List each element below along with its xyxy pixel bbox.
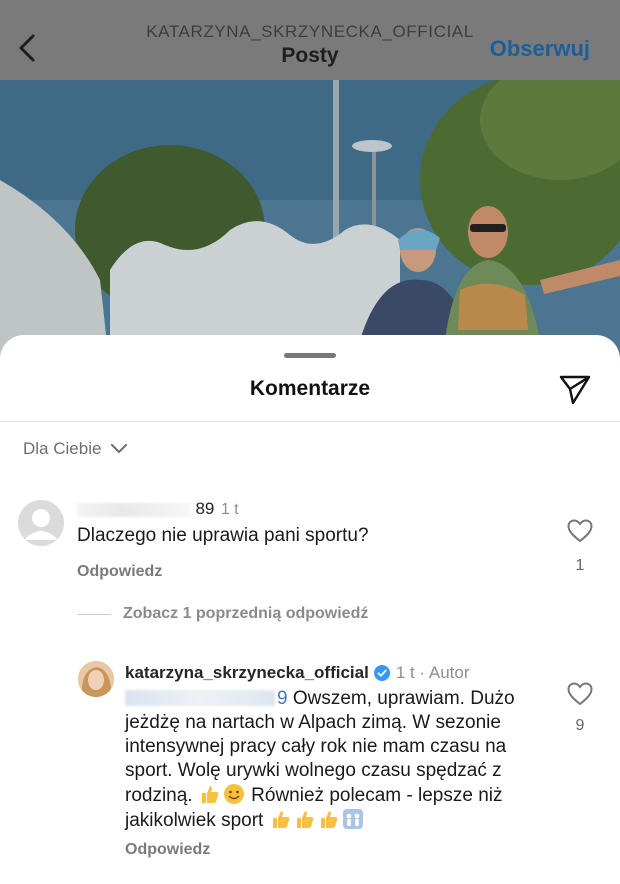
- like-button[interactable]: [567, 682, 593, 706]
- reply-button[interactable]: Odpowiedz: [125, 841, 210, 859]
- post-header: KATARZYNA_SKRZYNECKA_OFFICIAL Posty Obse…: [0, 0, 620, 80]
- verified-badge-icon: [373, 665, 390, 681]
- username-redacted[interactable]: [77, 502, 191, 517]
- avatar[interactable]: [18, 500, 64, 546]
- share-button[interactable]: [558, 372, 592, 406]
- sort-dropdown[interactable]: Dla Ciebie: [23, 439, 128, 459]
- reply-button[interactable]: Odpowiedz: [77, 563, 162, 581]
- author-avatar-image: [78, 661, 114, 697]
- username-suffix: 89: [195, 499, 215, 518]
- heart-icon: [567, 519, 593, 543]
- heart-icon: [567, 682, 593, 706]
- follow-button[interactable]: Obserwuj: [490, 36, 590, 62]
- thumbs-up-icon: [318, 808, 340, 830]
- post-photo: [0, 80, 620, 370]
- comment-meta: katarzyna_skrzynecka_official 1 t · Auto…: [125, 663, 470, 683]
- sort-label: Dla Ciebie: [23, 439, 102, 458]
- comment-time: 1 t: [220, 501, 239, 518]
- mention-redacted[interactable]: [125, 690, 275, 706]
- drag-handle[interactable]: [284, 353, 336, 358]
- author-avatar[interactable]: [78, 661, 114, 697]
- comment-text: 9 Owszem, uprawiam. Dużo jeżdżę na narta…: [125, 687, 555, 833]
- comment-time: 1 t · Autor: [395, 663, 470, 682]
- like-button[interactable]: [567, 519, 593, 543]
- like-count: 1: [575, 557, 585, 574]
- mention-suffix[interactable]: 9: [277, 688, 288, 709]
- comments-sheet: Komentarze Dla Ciebie 89 1 t Dlaczego ni…: [0, 335, 620, 884]
- default-avatar-icon: [18, 500, 64, 546]
- post-photo-image: [0, 80, 620, 370]
- comment-text: Dlaczego nie uprawia pani sportu?: [77, 525, 369, 546]
- author-username[interactable]: katarzyna_skrzynecka_official: [125, 663, 369, 683]
- comment-meta: 89 1 t: [77, 499, 239, 519]
- smiling-face-icon: [223, 783, 245, 805]
- thumbs-up-icon: [270, 808, 292, 830]
- view-previous-label: Zobacz 1 poprzednią odpowiedź: [123, 605, 369, 622]
- thumbs-up-icon: [199, 783, 221, 805]
- view-previous-replies[interactable]: Zobacz 1 poprzednią odpowiedź: [78, 605, 368, 623]
- thumbs-up-icon: [294, 808, 316, 830]
- comments-title: Komentarze: [249, 377, 371, 400]
- divider: [0, 421, 620, 422]
- like-count: 9: [575, 717, 585, 734]
- family-icon: [342, 808, 364, 830]
- chevron-down-icon: [111, 444, 128, 454]
- paper-plane-icon: [559, 375, 591, 405]
- thread-line: [78, 613, 111, 615]
